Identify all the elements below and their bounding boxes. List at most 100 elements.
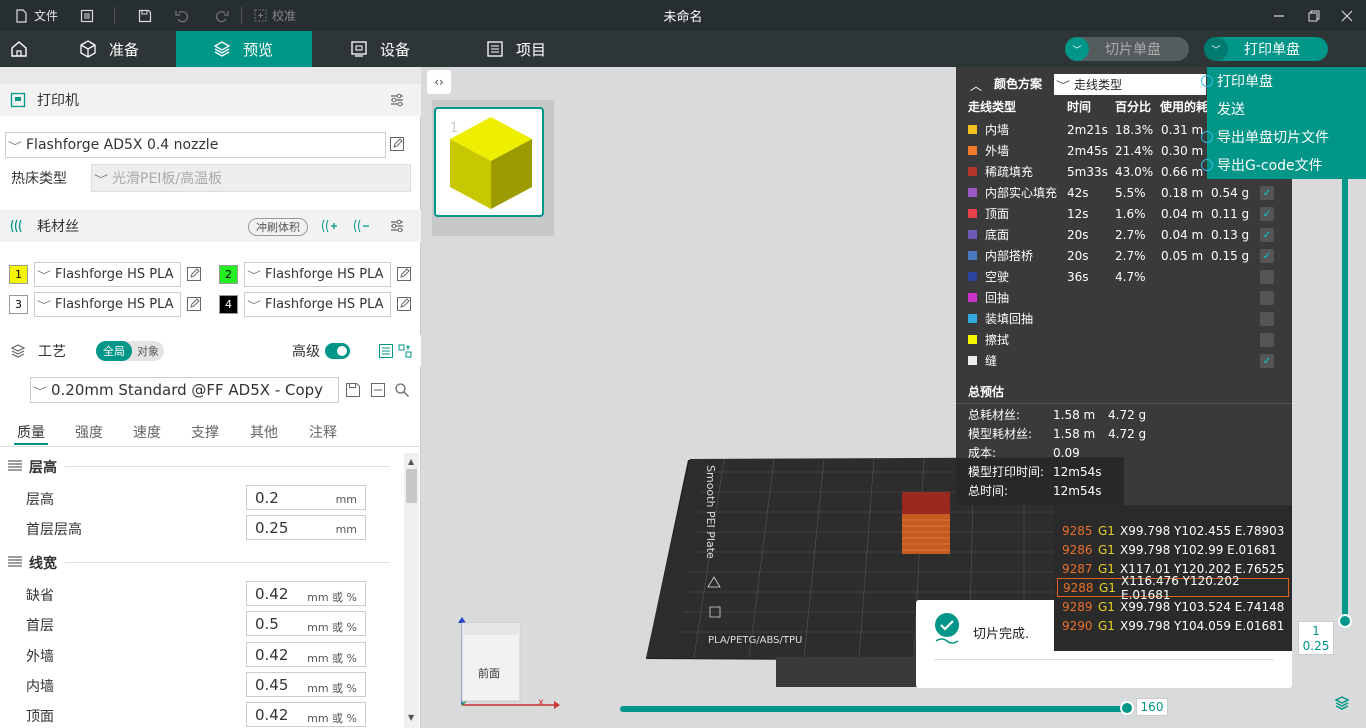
summary-row: 总耗材丝: 1.58 m 4.72 g — [956, 405, 1292, 424]
legend-visibility-checkbox[interactable]: ✓ — [1260, 186, 1274, 200]
legend-visibility-checkbox[interactable] — [1260, 291, 1274, 305]
filament-slot-4-select[interactable]: ﹀ Flashforge HS PLA — [244, 292, 391, 317]
legend-cell-name: 顶面 — [985, 207, 1010, 221]
toggle-global[interactable]: 全局 — [96, 341, 132, 361]
close-window-button[interactable] — [1341, 0, 1353, 31]
vertical-slider-thumb[interactable] — [1338, 614, 1352, 628]
menu-item-print-plate[interactable]: 打印单盘 — [1201, 67, 1273, 95]
edit-filament-4-icon[interactable] — [396, 296, 412, 312]
plate-thumbnail[interactable]: 1 — [434, 107, 544, 217]
filament-slot-1-select[interactable]: ﹀ Flashforge HS PLA — [34, 262, 181, 287]
add-filament-icon[interactable] — [322, 218, 338, 234]
slice-dropdown-icon[interactable]: ﹀ — [1065, 37, 1089, 61]
filament-slot-1-swatch[interactable]: 1 — [9, 265, 28, 284]
legend-visibility-checkbox[interactable]: ✓ — [1260, 207, 1274, 221]
delete-preset-icon[interactable] — [370, 382, 386, 398]
tab-device[interactable]: 设备 — [350, 31, 470, 67]
gcode-line: 9286 G1 X99.798 Y102.99 E.01681 — [1054, 540, 1292, 559]
legend-cell-time: 2m45s — [1067, 143, 1108, 158]
tab-quality[interactable]: 质量 — [17, 422, 45, 442]
menu-item-export-gcode[interactable]: 导出G-code文件 — [1201, 151, 1323, 179]
summary-cell-label: 模型耗材丝: — [968, 427, 1033, 441]
toggle-object[interactable]: 对象 — [132, 343, 164, 359]
print-plate-button[interactable]: ﹀ 打印单盘 — [1204, 37, 1328, 61]
minimize-button[interactable] — [1273, 0, 1285, 31]
search-icon[interactable] — [394, 382, 410, 398]
redo-button[interactable] — [215, 0, 229, 31]
gcode-line-number: 9289 — [1062, 599, 1093, 614]
menu-item-export-plate[interactable]: 导出单盘切片文件 — [1201, 123, 1329, 151]
advanced-switch[interactable] — [325, 343, 350, 359]
save-preset-icon[interactable] — [345, 382, 361, 398]
collapse-legend-icon[interactable]: ︿ — [970, 77, 982, 94]
compare-list-icon[interactable] — [378, 343, 394, 359]
chevron-down-icon: ﹀ — [94, 174, 108, 186]
edit-printer-icon[interactable] — [389, 136, 405, 152]
legend-visibility-checkbox[interactable] — [1260, 312, 1274, 326]
filament-settings-icon[interactable] — [389, 218, 405, 234]
edit-filament-1-icon[interactable] — [186, 266, 202, 282]
remove-filament-icon[interactable] — [354, 218, 370, 234]
legend-cell-pct: 4.7% — [1115, 269, 1146, 284]
compare-presets-icon[interactable] — [397, 343, 413, 359]
edit-filament-3-icon[interactable] — [186, 296, 202, 312]
legend-visibility-checkbox[interactable]: ✓ — [1260, 249, 1274, 263]
file-menu[interactable]: 文件 — [14, 0, 58, 31]
flush-volume-button[interactable]: 冲刷体积 — [248, 218, 308, 236]
inner-wall-width-input[interactable]: 0.45 mm 或 % — [246, 672, 366, 697]
print-dropdown-icon[interactable]: ﹀ — [1204, 37, 1228, 61]
legend-visibility-checkbox[interactable]: ✓ — [1260, 228, 1274, 242]
tab-other[interactable]: 其他 — [250, 422, 278, 442]
tab-notes[interactable]: 注释 — [309, 422, 337, 442]
tab-strength[interactable]: 强度 — [75, 422, 103, 442]
filament-slot-2-swatch[interactable]: 2 — [219, 265, 238, 284]
home-button[interactable] — [0, 31, 38, 67]
tab-support[interactable]: 支撑 — [191, 422, 219, 442]
calibrate-button[interactable]: 校准 — [254, 0, 296, 31]
maximize-button[interactable] — [1308, 0, 1320, 31]
view-cube[interactable] — [450, 617, 580, 727]
filament-slot-4-swatch[interactable]: 4 — [219, 295, 238, 314]
legend-visibility-checkbox[interactable] — [1260, 333, 1274, 347]
outer-wall-width-input[interactable]: 0.42 mm 或 % — [246, 642, 366, 667]
layer-height-input[interactable]: 0.2 mm — [246, 485, 366, 510]
chevron-down-icon: ﹀ — [247, 271, 261, 282]
top-surface-width-input[interactable]: 0.42 mm 或 % — [246, 702, 366, 727]
first-layer-width-input[interactable]: 0.5 mm 或 % — [246, 611, 366, 636]
menu-item-send[interactable]: 发送 — [1207, 95, 1245, 123]
default-width-input[interactable]: 0.42 mm 或 % — [246, 581, 366, 606]
global-object-toggle[interactable]: 全局 对象 — [96, 341, 164, 361]
tab-preview[interactable]: 预览 — [176, 31, 312, 67]
settings-scrollbar[interactable]: ▲ ▼ — [404, 453, 419, 728]
tab-speed[interactable]: 速度 — [133, 422, 161, 442]
layers-toggle-icon[interactable] — [1334, 695, 1350, 711]
bed-type-select[interactable]: ﹀ 光滑PEI板/高温板 — [91, 164, 411, 192]
edit-filament-2-icon[interactable] — [396, 266, 412, 282]
tab-prepare[interactable]: 准备 — [62, 31, 176, 67]
filament-slot-3-select[interactable]: ﹀ Flashforge HS PLA — [34, 292, 181, 317]
summary-cell-label: 模型打印时间: — [968, 465, 1045, 479]
first-layer-height-input[interactable]: 0.25 mm — [246, 515, 366, 540]
main-menu-button[interactable] — [80, 0, 94, 31]
filament-slot-2-select[interactable]: ﹀ Flashforge HS PLA — [244, 262, 391, 287]
legend-visibility-checkbox[interactable] — [1260, 270, 1274, 284]
horizontal-slider-thumb[interactable] — [1120, 701, 1134, 715]
minimize-icon — [1274, 14, 1284, 17]
undo-button[interactable] — [175, 0, 189, 31]
collapse-sidebar-button[interactable]: ‹› — [427, 70, 451, 94]
color-scheme-select[interactable]: ﹀ 走线类型 — [1054, 74, 1206, 95]
summary-cell-label: 成本: — [968, 446, 997, 460]
plate-list-panel: 1 — [432, 100, 554, 236]
printer-preset-select[interactable]: ﹀ Flashforge AD5X 0.4 nozzle — [5, 132, 386, 158]
save-button[interactable] — [138, 0, 152, 31]
tab-project[interactable]: 项目 — [486, 31, 606, 67]
process-preset-select[interactable]: ﹀ 0.20mm Standard @FF AD5X - Copy — [30, 377, 339, 403]
gcode-command: G1 — [1098, 618, 1115, 633]
legend-visibility-checkbox[interactable]: ✓ — [1260, 354, 1274, 368]
printer-settings-icon[interactable] — [389, 92, 405, 108]
horizontal-move-slider[interactable] — [620, 706, 1128, 712]
legend-row: 空驶 36s 4.7% — [956, 266, 1292, 287]
slice-plate-button[interactable]: ﹀ 切片单盘 — [1065, 37, 1189, 61]
vertical-layer-slider[interactable] — [1342, 177, 1348, 621]
filament-slot-3-swatch[interactable]: 3 — [9, 295, 28, 314]
